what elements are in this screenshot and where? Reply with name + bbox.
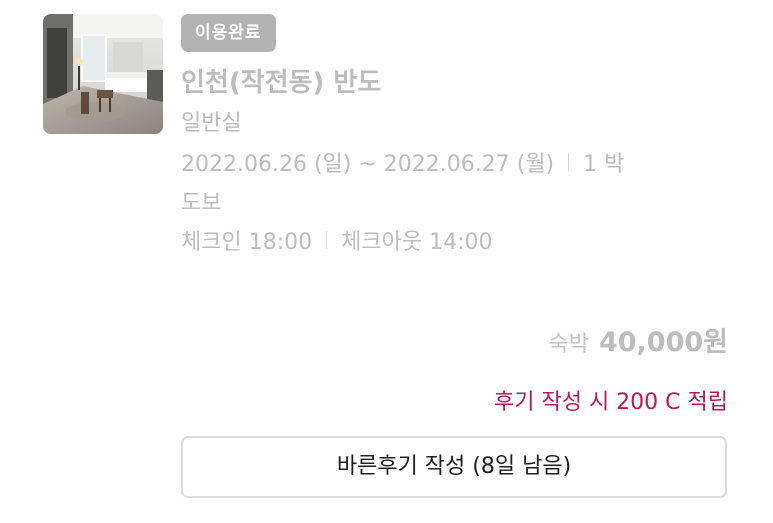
price-amount: 40,000원 (598, 327, 728, 358)
review-reward-text: 후기 작성 시 200 C 적립 (494, 390, 728, 415)
write-review-button[interactable]: 바른후기 작성 (8일 남음) (181, 436, 727, 498)
divider (326, 231, 328, 249)
price-row: 숙박 40,000원 (548, 320, 728, 359)
stay-dates: 2022.06.26 (일) ~ 2022.06.27 (월) 1 박 (181, 146, 624, 178)
transport-info: 도보 (181, 191, 222, 216)
room-thumbnail[interactable] (43, 14, 163, 134)
check-in-time: 체크인 18:00 (181, 230, 313, 255)
divider (568, 153, 570, 171)
room-photo-icon (43, 14, 163, 134)
date-range: 2022.06.26 (일) ~ 2022.06.27 (월) (181, 152, 555, 177)
check-out-time: 체크아웃 14:00 (341, 230, 493, 255)
status-badge: 이용완료 (181, 14, 276, 52)
accommodation-title[interactable]: 인천(작전동) 반도 (181, 62, 381, 99)
booking-card: 이용완료 인천(작전동) 반도 일반실 2022.06.26 (일) ~ 202… (0, 0, 773, 523)
price-label: 숙박 (548, 332, 589, 357)
room-type: 일반실 (181, 111, 242, 136)
nights-count: 1 박 (583, 152, 625, 177)
checkin-checkout: 체크인 18:00 체크아웃 14:00 (181, 224, 492, 256)
